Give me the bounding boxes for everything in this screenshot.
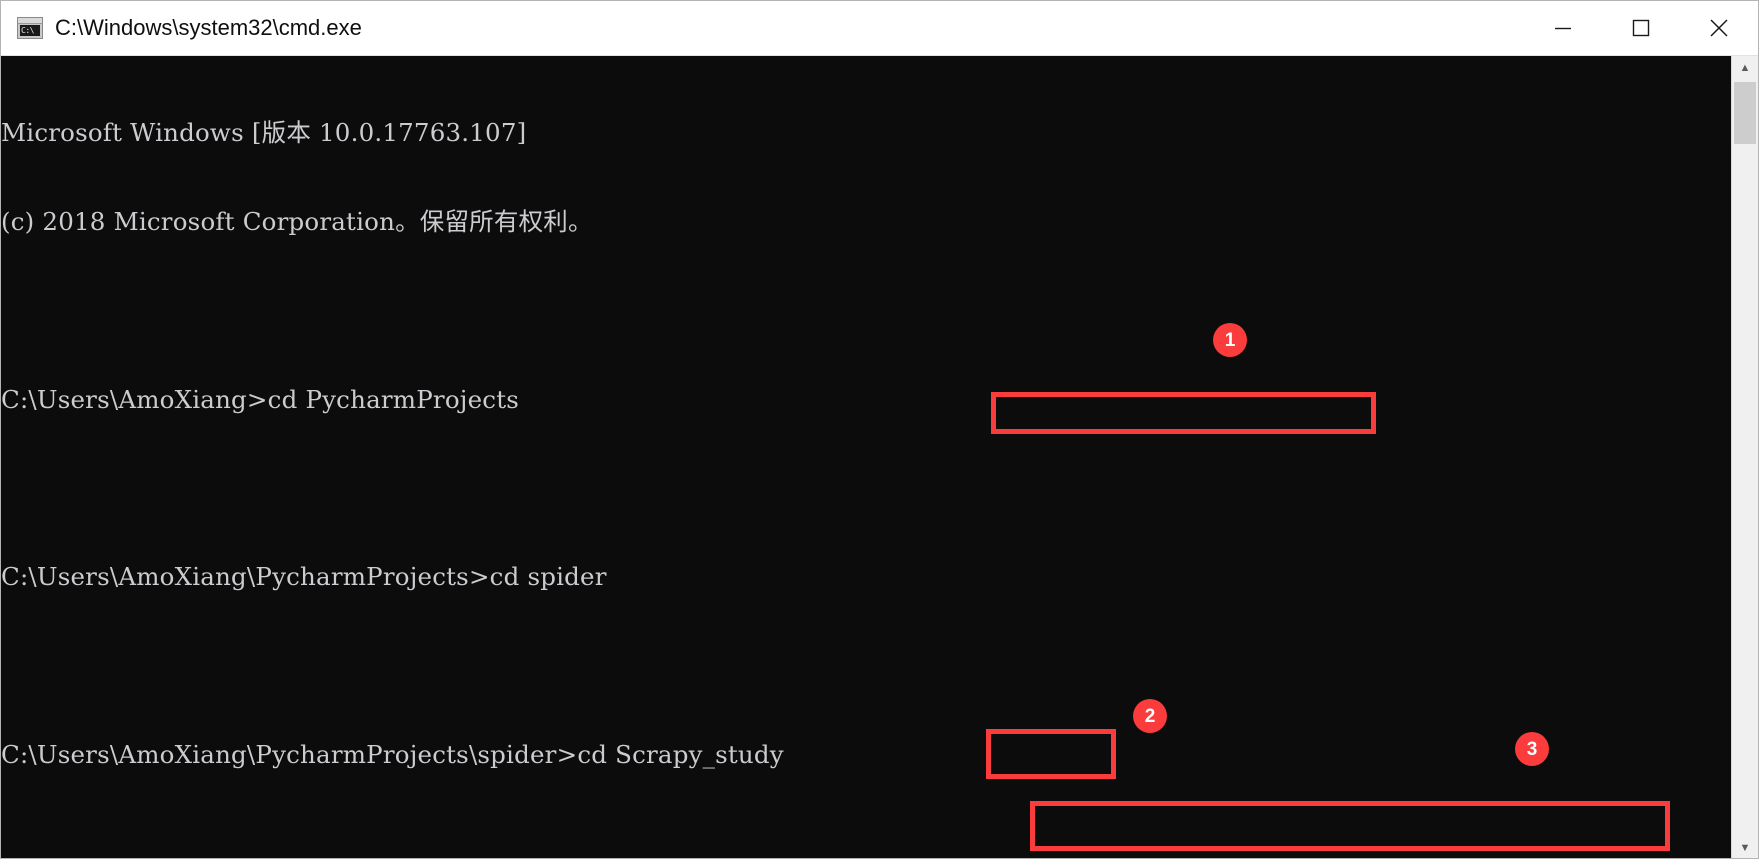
window-title: C:\Windows\system32\cmd.exe bbox=[55, 15, 362, 40]
cmd-icon: C:\ bbox=[17, 17, 43, 39]
cmd-icon-titlestrip bbox=[18, 18, 42, 24]
window-controls bbox=[1524, 1, 1758, 55]
scrollbar-thumb[interactable] bbox=[1734, 82, 1756, 144]
maximize-button[interactable] bbox=[1602, 1, 1680, 55]
cmd-window: C:\ C:\Windows\system32\cmd.exe Microsof… bbox=[0, 0, 1759, 859]
console-area: Microsoft Windows [版本 10.0.17763.107] (c… bbox=[1, 56, 1758, 858]
title-bar[interactable]: C:\ C:\Windows\system32\cmd.exe bbox=[1, 1, 1758, 56]
close-button[interactable] bbox=[1680, 1, 1758, 55]
annotation-badge-3: 3 bbox=[1515, 732, 1549, 766]
cmd-icon-screen: C:\ bbox=[20, 25, 40, 36]
console-line: Microsoft Windows [版本 10.0.17763.107] bbox=[1, 118, 527, 148]
console-line: C:\Users\AmoXiang>cd PycharmProjects bbox=[1, 384, 520, 414]
console-line: (c) 2018 Microsoft Corporation。保留所有权利。 bbox=[1, 206, 593, 236]
console-line: C:\Users\AmoXiang\PycharmProjects\spider… bbox=[1, 739, 784, 769]
annotation-badge-1: 1 bbox=[1213, 323, 1247, 357]
console-scrollbar[interactable]: ▲ ▼ bbox=[1731, 56, 1758, 858]
annotation-badge-2: 2 bbox=[1133, 699, 1167, 733]
title-bar-left: C:\ C:\Windows\system32\cmd.exe bbox=[1, 17, 1524, 39]
scroll-down-icon[interactable]: ▼ bbox=[1732, 836, 1758, 858]
console-output[interactable]: Microsoft Windows [版本 10.0.17763.107] (c… bbox=[1, 56, 1731, 858]
console-line: C:\Users\AmoXiang\PycharmProjects>cd spi… bbox=[1, 562, 607, 592]
scrollbar-track[interactable] bbox=[1732, 80, 1758, 836]
minimize-button[interactable] bbox=[1524, 1, 1602, 55]
scroll-up-icon[interactable]: ▲ bbox=[1732, 56, 1758, 80]
console-text-block: Microsoft Windows [版本 10.0.17763.107] (c… bbox=[1, 59, 1731, 858]
